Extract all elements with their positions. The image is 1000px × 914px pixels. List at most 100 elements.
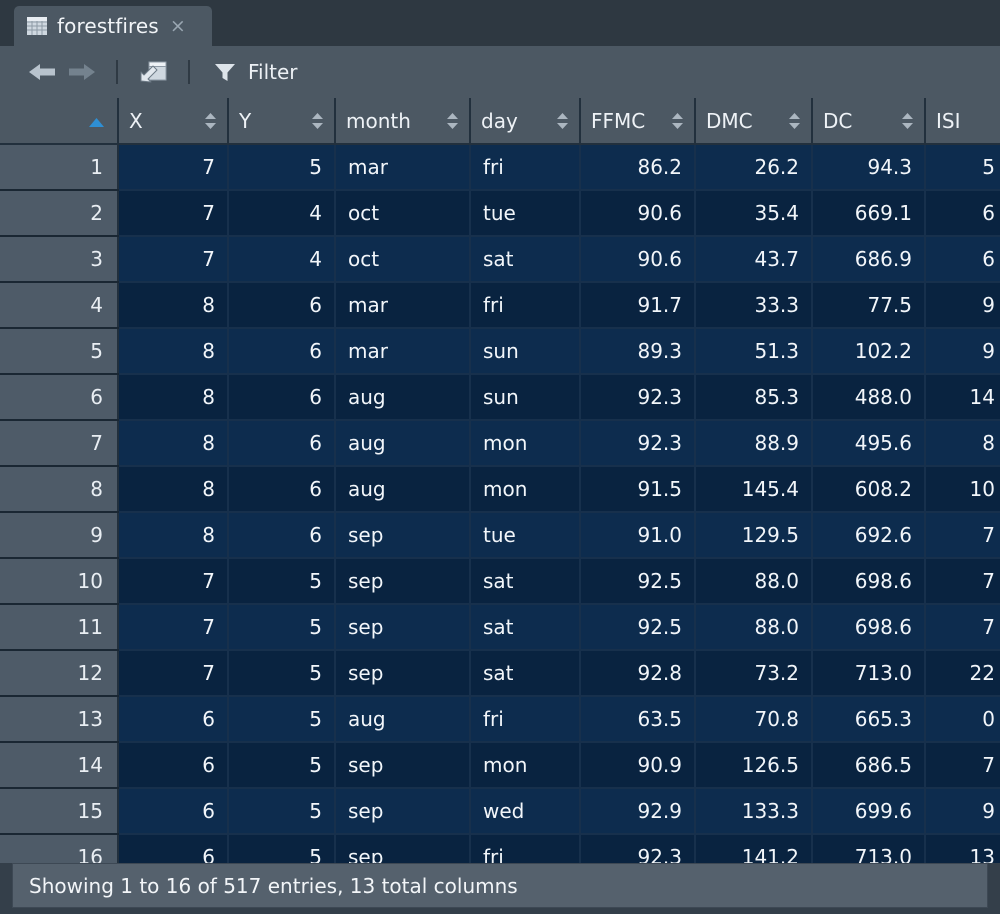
cell-dmc[interactable]: 43.7 — [695, 236, 813, 283]
cell-month[interactable]: sep — [335, 604, 471, 651]
table-row[interactable]: 12 7 5 sep sat 92.8 73.2 713.0 22 — [0, 650, 1000, 697]
cell-ffmc[interactable]: 92.3 — [580, 420, 696, 467]
cell-x[interactable]: 6 — [118, 834, 229, 863]
cell-x[interactable]: 6 — [118, 696, 229, 743]
cell-month[interactable]: sep — [335, 512, 471, 559]
cell-y[interactable]: 6 — [228, 282, 336, 329]
row-number-cell[interactable]: 14 — [0, 742, 119, 789]
cell-ffmc[interactable]: 89.3 — [580, 328, 696, 375]
cell-y[interactable]: 5 — [228, 558, 336, 605]
cell-dmc[interactable]: 141.2 — [695, 834, 813, 863]
cell-month[interactable]: oct — [335, 236, 471, 283]
cell-dc[interactable]: 713.0 — [812, 834, 926, 863]
table-row[interactable]: 15 6 5 sep wed 92.9 133.3 699.6 9 — [0, 788, 1000, 835]
cell-dc[interactable]: 665.3 — [812, 696, 926, 743]
cell-isi[interactable]: 8 — [925, 420, 1000, 467]
data-grid[interactable]: X Ymonth day FFMC DMC DC ISI 1 7 5 mar fri 86.2 26.2… — [0, 98, 1000, 863]
cell-ffmc[interactable]: 90.6 — [580, 236, 696, 283]
filter-button[interactable]: Filter — [204, 55, 306, 89]
cell-isi[interactable]: 13 — [925, 834, 1000, 863]
sort-toggle-icon[interactable] — [311, 112, 324, 130]
cell-dc[interactable]: 692.6 — [812, 512, 926, 559]
cell-dmc[interactable]: 51.3 — [695, 328, 813, 375]
cell-x[interactable]: 8 — [118, 374, 229, 421]
cell-dmc[interactable]: 145.4 — [695, 466, 813, 513]
row-number-cell[interactable]: 3 — [0, 236, 119, 283]
cell-isi[interactable]: 7 — [925, 558, 1000, 605]
column-header-dmc[interactable]: DMC — [695, 98, 813, 145]
cell-y[interactable]: 5 — [228, 742, 336, 789]
table-row[interactable]: 10 7 5 sep sat 92.5 88.0 698.6 7 — [0, 558, 1000, 605]
cell-ffmc[interactable]: 91.7 — [580, 282, 696, 329]
table-row[interactable]: 2 7 4 oct tue 90.6 35.4 669.1 6 — [0, 190, 1000, 237]
cell-dmc[interactable]: 88.0 — [695, 558, 813, 605]
cell-x[interactable]: 8 — [118, 512, 229, 559]
cell-ffmc[interactable]: 91.5 — [580, 466, 696, 513]
cell-month[interactable]: sep — [335, 558, 471, 605]
cell-y[interactable]: 5 — [228, 604, 336, 651]
cell-dmc[interactable]: 26.2 — [695, 144, 813, 191]
cell-dmc[interactable]: 85.3 — [695, 374, 813, 421]
cell-isi[interactable]: 14 — [925, 374, 1000, 421]
cell-day[interactable]: tue — [470, 512, 581, 559]
cell-isi[interactable]: 0 — [925, 696, 1000, 743]
cell-day[interactable]: mon — [470, 742, 581, 789]
cell-month[interactable]: mar — [335, 328, 471, 375]
cell-ffmc[interactable]: 92.8 — [580, 650, 696, 697]
cell-day[interactable]: fri — [470, 282, 581, 329]
cell-dmc[interactable]: 70.8 — [695, 696, 813, 743]
table-row[interactable]: 16 6 5 sep fri 92.3 141.2 713.0 13 — [0, 834, 1000, 863]
cell-ffmc[interactable]: 63.5 — [580, 696, 696, 743]
cell-ffmc[interactable]: 92.5 — [580, 558, 696, 605]
table-row[interactable]: 1 7 5 mar fri 86.2 26.2 94.3 5 — [0, 144, 1000, 191]
cell-x[interactable]: 7 — [118, 604, 229, 651]
column-header-ffmc[interactable]: FFMC — [580, 98, 696, 145]
cell-isi[interactable]: 7 — [925, 742, 1000, 789]
cell-isi[interactable]: 10 — [925, 466, 1000, 513]
cell-ffmc[interactable]: 90.9 — [580, 742, 696, 789]
cell-x[interactable]: 7 — [118, 558, 229, 605]
cell-isi[interactable]: 6 — [925, 236, 1000, 283]
cell-dmc[interactable]: 33.3 — [695, 282, 813, 329]
cell-isi[interactable]: 7 — [925, 604, 1000, 651]
cell-dc[interactable]: 698.6 — [812, 558, 926, 605]
cell-dmc[interactable]: 129.5 — [695, 512, 813, 559]
cell-month[interactable]: aug — [335, 420, 471, 467]
cell-day[interactable]: sat — [470, 650, 581, 697]
grid-body[interactable]: 1 7 5 mar fri 86.2 26.2 94.3 5 2 7 4 oct tue 90.6 35.4 6… — [0, 144, 1000, 863]
column-header-x[interactable]: X — [118, 98, 229, 145]
cell-ffmc[interactable]: 86.2 — [580, 144, 696, 191]
row-number-cell[interactable]: 6 — [0, 374, 119, 421]
cell-day[interactable]: mon — [470, 466, 581, 513]
cell-dc[interactable]: 713.0 — [812, 650, 926, 697]
cell-x[interactable]: 7 — [118, 190, 229, 237]
cell-month[interactable]: mar — [335, 144, 471, 191]
cell-y[interactable]: 4 — [228, 190, 336, 237]
row-number-cell[interactable]: 16 — [0, 834, 119, 863]
cell-y[interactable]: 5 — [228, 834, 336, 863]
row-number-cell[interactable]: 7 — [0, 420, 119, 467]
table-row[interactable]: 5 8 6 mar sun 89.3 51.3 102.2 9 — [0, 328, 1000, 375]
tab-forestfires[interactable]: forestfires × — [14, 6, 212, 46]
row-number-cell[interactable]: 11 — [0, 604, 119, 651]
table-row[interactable]: 6 8 6 aug sun 92.3 85.3 488.0 14 — [0, 374, 1000, 421]
sort-toggle-icon[interactable] — [556, 112, 569, 130]
cell-day[interactable]: mon — [470, 420, 581, 467]
table-row[interactable]: 11 7 5 sep sat 92.5 88.0 698.6 7 — [0, 604, 1000, 651]
cell-ffmc[interactable]: 92.3 — [580, 374, 696, 421]
cell-month[interactable]: aug — [335, 696, 471, 743]
cell-x[interactable]: 8 — [118, 282, 229, 329]
close-icon[interactable]: × — [170, 16, 186, 36]
row-number-cell[interactable]: 4 — [0, 282, 119, 329]
cell-dc[interactable]: 608.2 — [812, 466, 926, 513]
cell-month[interactable]: sep — [335, 788, 471, 835]
cell-y[interactable]: 6 — [228, 328, 336, 375]
sort-toggle-icon[interactable] — [788, 112, 801, 130]
cell-x[interactable]: 8 — [118, 328, 229, 375]
row-number-cell[interactable]: 2 — [0, 190, 119, 237]
row-number-cell[interactable]: 10 — [0, 558, 119, 605]
cell-isi[interactable]: 9 — [925, 282, 1000, 329]
cell-ffmc[interactable]: 90.6 — [580, 190, 696, 237]
back-button[interactable] — [22, 55, 62, 89]
row-number-cell[interactable]: 15 — [0, 788, 119, 835]
